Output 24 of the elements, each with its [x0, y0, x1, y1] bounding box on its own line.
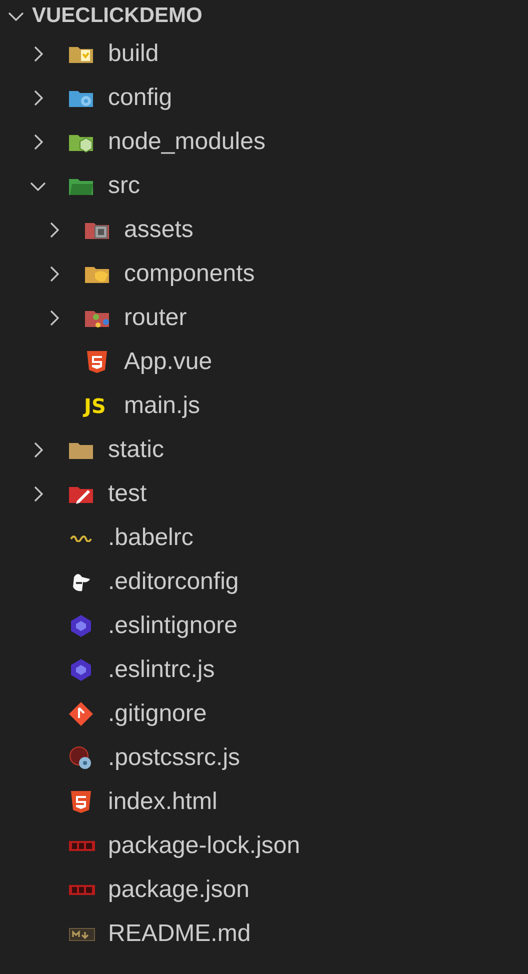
folder-name[interactable]: build [108, 40, 159, 68]
project-title[interactable]: VUECLICKDEMO [32, 4, 202, 28]
folder-name[interactable]: src [108, 172, 140, 200]
js-icon: JS [84, 394, 106, 418]
folder-name[interactable]: components [124, 260, 255, 288]
file-name[interactable]: .postcssrc.js [108, 744, 240, 772]
folder-name[interactable]: config [108, 84, 172, 112]
file-name[interactable]: README.md [108, 920, 251, 948]
file-name[interactable]: .eslintignore [108, 612, 238, 640]
file-name[interactable]: package-lock.json [108, 832, 300, 860]
file-name[interactable]: main.js [124, 392, 200, 420]
file-name[interactable]: index.html [108, 788, 218, 816]
folder-name[interactable]: router [124, 304, 187, 332]
folder-name[interactable]: static [108, 436, 164, 464]
folder-name[interactable]: node_modules [108, 128, 266, 156]
folder-name[interactable]: test [108, 480, 147, 508]
file-name[interactable]: .editorconfig [108, 568, 239, 596]
file-name[interactable]: .babelrc [108, 524, 194, 552]
folder-name[interactable]: assets [124, 216, 194, 244]
diamond-icon [68, 701, 96, 727]
file-name[interactable]: .eslintrc.js [108, 656, 215, 684]
file-name[interactable]: package.json [108, 876, 250, 904]
file-name[interactable]: .gitignore [108, 700, 207, 728]
file-name[interactable]: App.vue [124, 348, 212, 376]
